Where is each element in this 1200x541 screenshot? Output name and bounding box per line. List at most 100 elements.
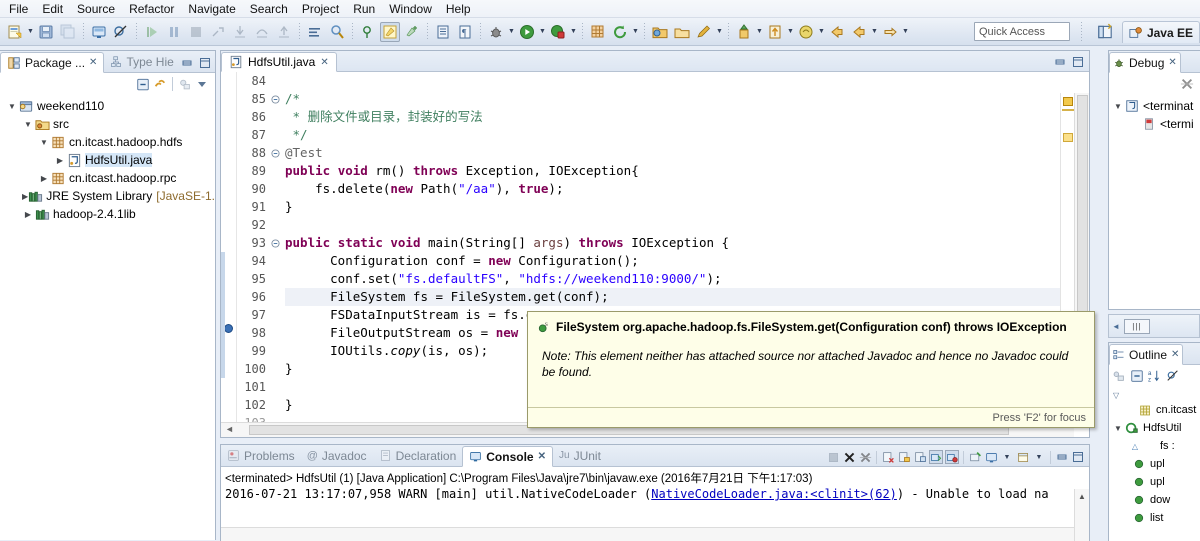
- annotation-icon[interactable]: [380, 21, 400, 42]
- remove-all-terminated-icon[interactable]: [1180, 77, 1194, 91]
- fold-collapse-icon[interactable]: [269, 144, 281, 162]
- editor-folding-ruler[interactable]: [269, 72, 281, 437]
- focus-icon[interactable]: [178, 77, 192, 91]
- close-icon[interactable]: ✕: [89, 57, 97, 68]
- run-icon[interactable]: [517, 22, 537, 42]
- coverage-dropdown-icon[interactable]: ▼: [569, 22, 578, 42]
- expand-arrow-right-icon[interactable]: ▶: [22, 210, 34, 219]
- new-console-view-icon[interactable]: [1016, 450, 1030, 464]
- expand-arrow-down-icon[interactable]: ▼: [38, 138, 50, 147]
- fold-collapse-icon[interactable]: [269, 90, 281, 108]
- editor-tab-hdfsutil[interactable]: HdfsUtil.java ✕: [221, 52, 337, 72]
- run-dropdown-icon[interactable]: ▼: [538, 22, 547, 42]
- tree-item-package-hdfs[interactable]: ▼ cn.itcast.hadoop.hdfs: [0, 133, 215, 151]
- edit-dropdown-icon[interactable]: ▼: [715, 22, 724, 42]
- close-icon[interactable]: ✕: [320, 57, 328, 68]
- expand-arrow-down-icon[interactable]: ▼: [1112, 424, 1124, 433]
- suspend-icon[interactable]: [164, 22, 184, 42]
- tree-item-package-rpc[interactable]: ▶ cn.itcast.hadoop.rpc: [0, 169, 215, 187]
- menu-window[interactable]: Window: [382, 0, 439, 18]
- tree-item-class[interactable]: ▼ HdfsUtil: [1109, 419, 1200, 437]
- word-wrap-icon[interactable]: [913, 450, 927, 464]
- hide-fields-icon[interactable]: [1166, 369, 1180, 383]
- expand-arrow-down-icon[interactable]: ▼: [1112, 102, 1124, 111]
- maximize-icon[interactable]: [1071, 450, 1085, 464]
- tomcat-dropdown-icon[interactable]: ▼: [817, 22, 826, 42]
- tree-item-source-folder[interactable]: ▼ src: [0, 115, 215, 133]
- maximize-icon[interactable]: [198, 56, 212, 70]
- expand-arrow-down-icon[interactable]: ▼: [6, 102, 18, 111]
- expand-arrow-right-icon[interactable]: ▶: [54, 156, 66, 165]
- debug-icon[interactable]: [486, 22, 506, 42]
- open-folder-icon[interactable]: [650, 22, 670, 42]
- close-icon[interactable]: ✕: [1171, 349, 1179, 360]
- edit-pen-icon[interactable]: [694, 22, 714, 42]
- todo-annotation-marker[interactable]: [1063, 133, 1073, 142]
- expand-arrow-right-icon[interactable]: ▶: [38, 174, 50, 183]
- terminate-icon[interactable]: [186, 22, 206, 42]
- tab-type-hierarchy[interactable]: Type Hie: [104, 51, 179, 72]
- tab-problems[interactable]: Problems: [221, 445, 301, 466]
- tree-item-package[interactable]: cn.itcast: [1109, 401, 1200, 419]
- marker-icon[interactable]: [358, 22, 378, 42]
- view-menu-icon[interactable]: ▽: [1113, 391, 1119, 400]
- tab-declaration[interactable]: Declaration: [373, 445, 463, 466]
- forward-dropdown-icon[interactable]: ▼: [870, 22, 879, 42]
- pin-console-icon[interactable]: [945, 450, 959, 464]
- close-icon[interactable]: ✕: [538, 451, 546, 462]
- sort-icon[interactable]: a z: [1148, 369, 1162, 383]
- toggle-breadcrumb-icon[interactable]: [89, 22, 109, 42]
- step-return-icon[interactable]: [274, 22, 294, 42]
- remove-launch-icon[interactable]: [842, 450, 856, 464]
- forward-icon[interactable]: [849, 22, 869, 42]
- coverage-icon[interactable]: [548, 22, 568, 42]
- menu-project[interactable]: Project: [295, 0, 346, 18]
- tab-console[interactable]: Console ✕: [462, 446, 553, 467]
- console-output-area[interactable]: <terminated> HdfsUtil (1) [Java Applicat…: [221, 467, 1089, 541]
- open-task-icon[interactable]: [305, 22, 325, 42]
- menu-search[interactable]: Search: [243, 0, 295, 18]
- menu-run[interactable]: Run: [346, 0, 382, 18]
- display-selected-console-icon[interactable]: [968, 450, 982, 464]
- refresh-dropdown-icon[interactable]: ▼: [631, 22, 640, 42]
- quick-access-input[interactable]: Quick Access: [974, 22, 1070, 41]
- open-console-icon[interactable]: [984, 450, 998, 464]
- tree-item-launch[interactable]: ▼ <terminat: [1109, 97, 1200, 115]
- deploy-dropdown-icon[interactable]: ▼: [755, 22, 764, 42]
- step-into-icon[interactable]: [230, 22, 250, 42]
- console-vertical-scrollbar[interactable]: ▲: [1074, 489, 1089, 541]
- warning-annotation-marker[interactable]: [1063, 97, 1073, 106]
- tree-item-method[interactable]: upl: [1109, 455, 1200, 473]
- scroll-up-arrow-icon[interactable]: ▲: [1078, 492, 1086, 501]
- minimize-icon[interactable]: [1053, 55, 1067, 69]
- tree-item-project[interactable]: ▼ weekend110: [0, 97, 215, 115]
- clear-console-icon[interactable]: [881, 450, 895, 464]
- tree-item-method[interactable]: list: [1109, 509, 1200, 527]
- menu-refactor[interactable]: Refactor: [122, 0, 181, 18]
- tab-javadoc[interactable]: @ Javadoc: [301, 445, 373, 466]
- minimized-view-button[interactable]: |||: [1123, 318, 1150, 334]
- next-dropdown-icon[interactable]: ▼: [901, 22, 910, 42]
- restore-icon[interactable]: ◄: [1112, 322, 1120, 331]
- collapse-all-icon[interactable]: [1130, 369, 1144, 383]
- tree-item-hdfsutil-java[interactable]: ▶ HdfsUtil.java: [0, 151, 215, 169]
- tab-outline[interactable]: Outline ✕: [1109, 344, 1184, 365]
- tree-item-hadoop-lib[interactable]: ▶ hadoop-2.4.1lib: [0, 205, 215, 223]
- tab-debug[interactable]: Debug ✕: [1109, 52, 1181, 73]
- expand-arrow-down-icon[interactable]: ▼: [22, 120, 34, 129]
- step-over-icon[interactable]: [252, 22, 272, 42]
- save-all-icon[interactable]: [58, 22, 78, 42]
- open-console-dropdown-icon[interactable]: ▼: [1000, 450, 1014, 464]
- minimize-icon[interactable]: [180, 56, 194, 70]
- publish-dropdown-icon[interactable]: ▼: [786, 22, 795, 42]
- editor-marker-ruler[interactable]: [221, 72, 237, 437]
- collapse-all-icon[interactable]: [136, 77, 150, 91]
- back-icon[interactable]: [827, 22, 847, 42]
- scroll-left-arrow-icon[interactable]: ◄: [225, 424, 234, 434]
- menu-help[interactable]: Help: [439, 0, 478, 18]
- scroll-lock-icon[interactable]: [897, 450, 911, 464]
- show-console-on-output-icon[interactable]: [929, 450, 943, 464]
- refresh-icon[interactable]: [610, 22, 630, 42]
- tomcat-icon[interactable]: [796, 22, 816, 42]
- terminate-icon[interactable]: [826, 450, 840, 464]
